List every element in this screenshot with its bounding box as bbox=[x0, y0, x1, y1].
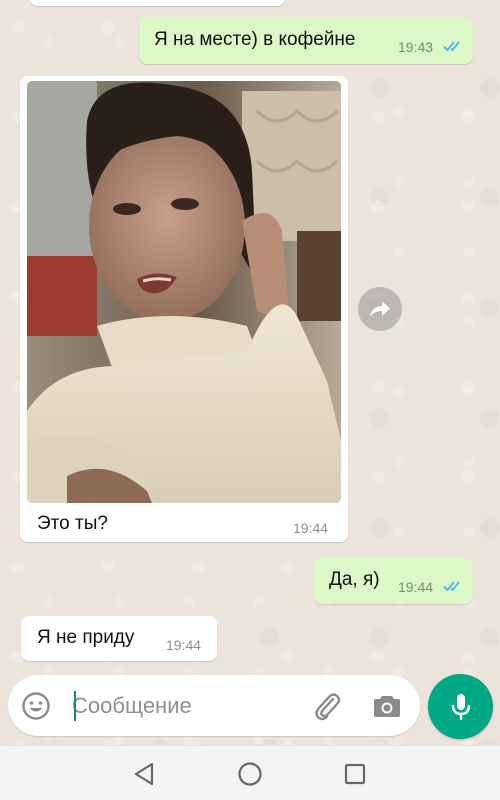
message-bubble-incoming[interactable]: Я не приду 19:44 bbox=[21, 616, 217, 661]
message-text: Я на месте) в кофейне bbox=[154, 29, 356, 50]
message-time: 19:44 bbox=[293, 520, 329, 536]
camera-icon bbox=[374, 696, 400, 717]
camera-button[interactable] bbox=[371, 690, 403, 722]
message-text: Да, я) bbox=[329, 569, 380, 590]
message-composer bbox=[8, 675, 420, 736]
nav-home-button[interactable] bbox=[234, 758, 266, 790]
message-text: Я не приду bbox=[37, 627, 135, 648]
nav-back-button[interactable] bbox=[128, 758, 160, 790]
system-navigation-bar bbox=[0, 745, 500, 800]
read-ticks-icon bbox=[443, 41, 460, 52]
previous-message-edge bbox=[30, 0, 285, 6]
forward-button[interactable] bbox=[358, 287, 402, 331]
message-time: 19:44 bbox=[166, 637, 202, 653]
back-triangle-icon bbox=[134, 762, 154, 786]
message-time: 19:43 bbox=[398, 39, 434, 55]
text-cursor bbox=[74, 691, 76, 721]
recents-square-icon bbox=[344, 763, 366, 785]
emoji-button[interactable] bbox=[20, 690, 52, 722]
photo-caption: Это ты? bbox=[37, 513, 108, 534]
message-bubble-outgoing[interactable]: Да, я) 19:44 bbox=[314, 558, 473, 604]
nav-recents-button[interactable] bbox=[339, 758, 371, 790]
attach-button[interactable] bbox=[310, 689, 344, 723]
message-time: 19:44 bbox=[398, 579, 434, 595]
emoji-icon bbox=[22, 692, 50, 720]
message-bubble-photo[interactable]: Это ты? 19:44 bbox=[20, 76, 348, 542]
message-photo[interactable] bbox=[27, 81, 341, 503]
microphone-icon bbox=[451, 693, 470, 720]
read-ticks-icon bbox=[443, 581, 460, 592]
voice-message-button[interactable] bbox=[428, 674, 493, 739]
forward-arrow-icon bbox=[370, 301, 390, 317]
home-circle-icon bbox=[238, 762, 262, 786]
message-input[interactable] bbox=[72, 691, 292, 721]
message-bubble-outgoing[interactable]: Я на месте) в кофейне 19:43 bbox=[139, 17, 473, 64]
paperclip-icon bbox=[315, 693, 341, 721]
